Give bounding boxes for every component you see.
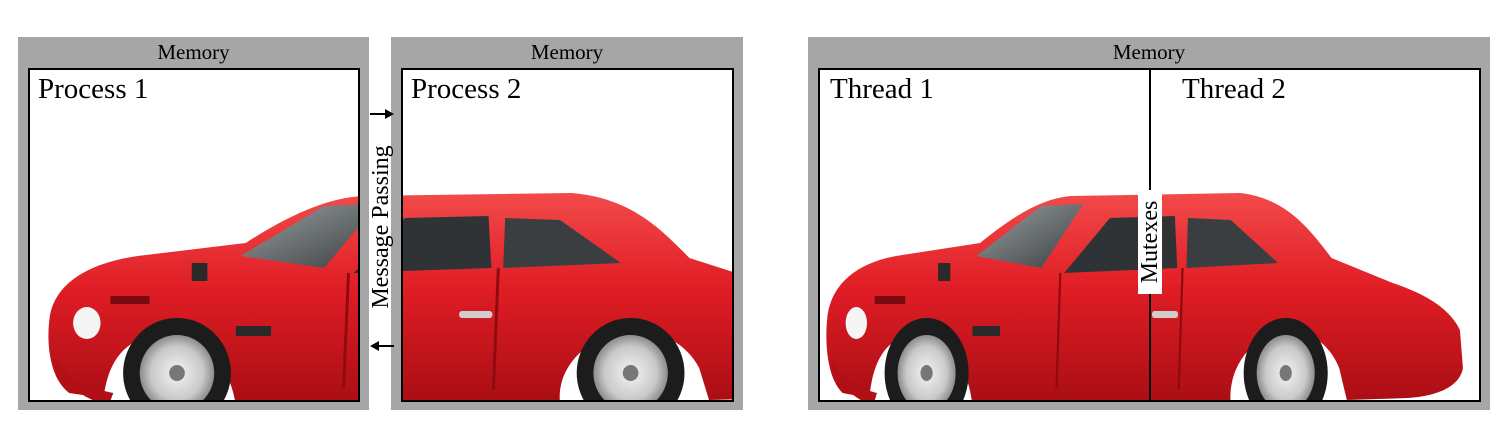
thread-1-title: Thread 1 [830,73,934,105]
memory-label: Memory [530,40,604,64]
memory-label: Memory [1112,40,1186,64]
process-1-frame: Process 1 [28,68,360,402]
arrow-right-icon [370,109,394,119]
arrow-left-icon [370,341,394,351]
thread-2-title: Thread 2 [1182,73,1286,105]
threads-frame: Thread 1 Thread 2 Mutexes [818,68,1481,402]
process-1-title: Process 1 [38,73,149,105]
process-2-title: Process 2 [411,73,522,105]
memory-label: Memory [157,40,230,64]
message-passing-label: Message Passing [368,145,394,309]
car-image [403,186,732,400]
process-2-frame: Process 2 [401,68,734,402]
car-image [38,186,358,400]
mutexes-label: Mutexes [1137,200,1163,284]
